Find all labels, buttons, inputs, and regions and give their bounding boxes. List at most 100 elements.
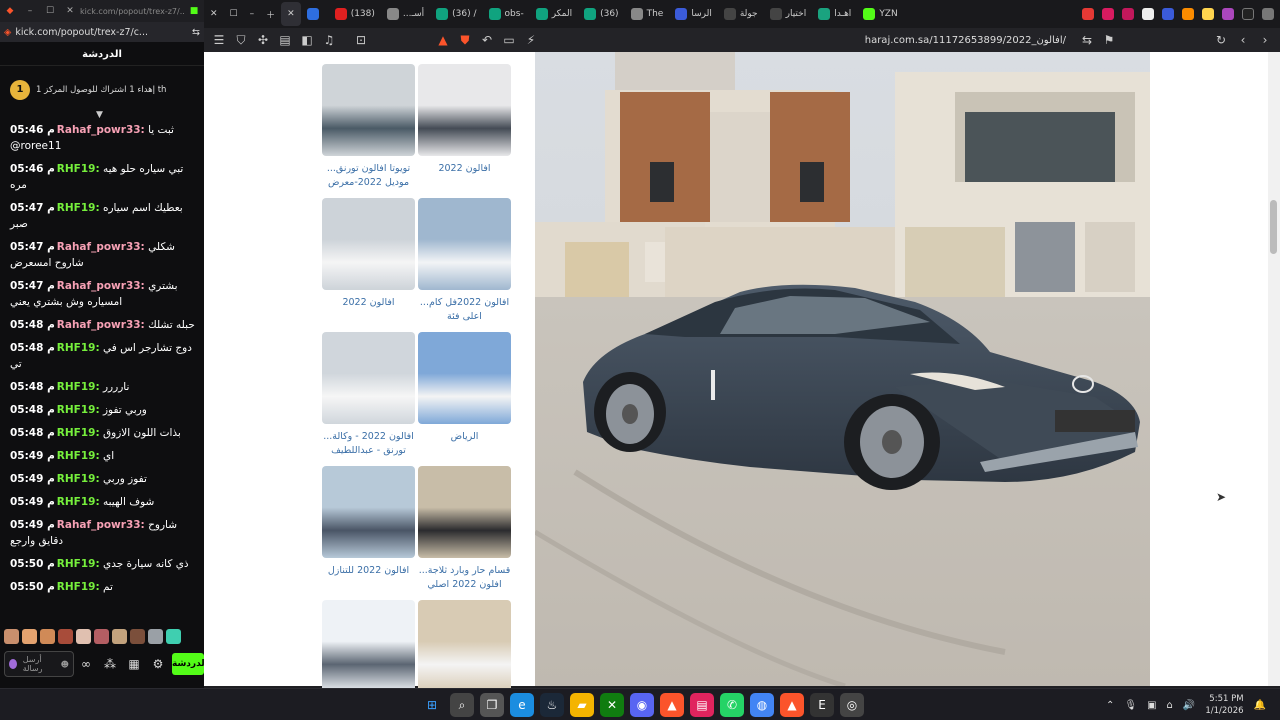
listing-thumbnail[interactable]	[418, 332, 511, 424]
back-icon[interactable]: ‹	[1232, 33, 1254, 47]
close-button[interactable]: ✕	[60, 6, 80, 16]
browser-tab[interactable]: اهـدا	[812, 2, 857, 26]
brave-icon[interactable]: ▲	[660, 693, 684, 717]
forward-icon[interactable]: ›	[1254, 33, 1276, 47]
extension-icon[interactable]	[1102, 8, 1114, 20]
emote-icon[interactable]	[166, 628, 181, 644]
listing-card[interactable]	[322, 600, 415, 698]
listing-title[interactable]: قسام حار وبارد ثلاجة... افلون 2022 اصلي	[418, 564, 511, 592]
shield-icon[interactable]: ⛉	[230, 33, 252, 48]
browser-tab[interactable]: الرسا	[669, 2, 718, 26]
chat-input[interactable]: أرسل رسالة ☻	[4, 651, 74, 677]
listing-thumbnail[interactable]	[322, 466, 415, 558]
extension-icon[interactable]	[1142, 8, 1154, 20]
chrome-icon[interactable]: ◍	[750, 693, 774, 717]
infinity-icon[interactable]: ∞	[74, 657, 98, 671]
message-username[interactable]: RHF19:	[57, 163, 100, 175]
extension-icon[interactable]	[1202, 8, 1214, 20]
network-icon[interactable]: ⌂	[1167, 700, 1173, 711]
tab-list-button[interactable]: ☐	[224, 2, 244, 26]
pip-icon[interactable]: ▭	[498, 33, 520, 47]
listing-thumbnail[interactable]	[418, 198, 511, 290]
listing-card[interactable]: افالون 2022 - وكالة... تورنق - عبداللطيف	[322, 332, 415, 458]
listing-thumbnail[interactable]	[322, 64, 415, 156]
minimize-button[interactable]: –	[20, 6, 40, 16]
message-username[interactable]: RHF19:	[57, 381, 100, 393]
pinned-message[interactable]: 1 إهداء 1 اشتراك للوصول المركز 1 th	[0, 70, 204, 110]
steam-icon[interactable]: ♨	[540, 693, 564, 717]
scrollbar-thumb[interactable]	[1270, 200, 1277, 254]
listing-title[interactable]: افالون 2022 - وكالة... تورنق - عبداللطيف	[322, 430, 415, 458]
message-username[interactable]: Rahaf_powr33:	[57, 124, 145, 136]
emote-icon[interactable]	[94, 628, 109, 644]
discord-icon[interactable]: ◉	[630, 693, 654, 717]
message-username[interactable]: RHF19:	[57, 427, 100, 439]
close-window-button[interactable]: ✕	[204, 2, 224, 26]
news-icon[interactable]: ▤	[690, 693, 714, 717]
share-icon[interactable]: ⇆	[192, 27, 200, 38]
reload-icon[interactable]: ↻	[1210, 33, 1232, 47]
back-arrow-icon[interactable]: ↶	[476, 33, 498, 47]
message-username[interactable]: RHF19:	[57, 342, 100, 354]
chat-url[interactable]: kick.com/popout/trex-z7/c...	[15, 27, 188, 38]
emote-icon[interactable]	[40, 628, 55, 644]
emote-icon[interactable]	[148, 628, 163, 644]
listing-card[interactable]: الرياض	[418, 332, 511, 444]
brave-rewards-icon[interactable]: ▲	[432, 33, 454, 47]
chevron-up-icon[interactable]: ⌃	[1106, 700, 1114, 711]
extension-icon[interactable]	[1262, 8, 1274, 20]
windows-start-icon[interactable]: ⊞	[420, 693, 444, 717]
xbox-icon[interactable]: ✕	[600, 693, 624, 717]
emote-icon[interactable]	[130, 628, 145, 644]
drops-icon[interactable]: ⁂	[98, 657, 122, 671]
obs-icon[interactable]: ◎	[840, 693, 864, 717]
listing-title[interactable]: افالون 2022	[322, 296, 415, 310]
emote-icon[interactable]	[58, 628, 73, 644]
emote-icon[interactable]	[112, 628, 127, 644]
send-chat-button[interactable]: الدردشة	[172, 653, 208, 675]
listing-card[interactable]: قسام حار وبارد ثلاجة... افلون 2022 اصلي	[418, 466, 511, 592]
monitor-icon[interactable]: ▣	[1147, 700, 1156, 711]
shield-icon[interactable]: ◈	[4, 27, 11, 38]
listing-thumbnail[interactable]	[418, 64, 511, 156]
tab-haraj-active[interactable]: ✕	[281, 2, 301, 26]
search-icon[interactable]: ⌕	[450, 693, 474, 717]
emote-icon[interactable]	[4, 628, 19, 644]
listing-card[interactable]: افالون 2022	[322, 198, 415, 310]
volume-icon[interactable]: 🔊	[1183, 700, 1195, 711]
listing-title[interactable]: تويوتا افالون تورنق... موديل 2022-معرض	[322, 162, 415, 190]
epic-icon[interactable]: E	[810, 693, 834, 717]
browser-tab[interactable]: YZN	[857, 2, 903, 26]
menu-icon[interactable]: ☰	[208, 33, 230, 47]
listing-card[interactable]	[418, 600, 511, 698]
listing-thumbnail[interactable]	[322, 332, 415, 424]
browser-tab[interactable]	[301, 2, 329, 26]
browser-tab[interactable]: obs-	[483, 2, 530, 26]
message-username[interactable]: RHF19:	[57, 496, 100, 508]
message-username[interactable]: Rahaf_powr33:	[57, 241, 145, 253]
gear-icon[interactable]: ⚙	[146, 657, 170, 671]
browser-tab[interactable]: ...أسـ	[381, 2, 430, 26]
emoji-icon[interactable]: ☻	[61, 660, 69, 669]
file-explorer-icon[interactable]: ▰	[570, 693, 594, 717]
reader-icon[interactable]: ◧	[296, 33, 318, 47]
message-username[interactable]: Rahaf_powr33:	[57, 280, 145, 292]
listing-thumbnail[interactable]	[418, 466, 511, 558]
message-username[interactable]: RHF19:	[57, 202, 100, 214]
emote-icon[interactable]	[22, 628, 37, 644]
listing-title[interactable]: افالون 2022	[418, 162, 511, 176]
browser-tab[interactable]: (138)	[329, 2, 381, 26]
listing-card[interactable]: تويوتا افالون تورنق... موديل 2022-معرض	[322, 64, 415, 190]
listing-thumbnail[interactable]	[418, 600, 511, 692]
listing-thumbnail[interactable]	[322, 198, 415, 290]
clock[interactable]: 5:51 PM 1/1/2026	[1205, 693, 1243, 717]
minimize-button[interactable]: –	[244, 2, 261, 26]
brave-shield-icon[interactable]: ⛊	[454, 33, 476, 48]
brave-active-icon[interactable]: ▲	[780, 693, 804, 717]
browser-tab[interactable]: المكر	[530, 2, 578, 26]
listing-thumbnail[interactable]	[322, 600, 415, 692]
browser-tab[interactable]: (36)	[578, 2, 624, 26]
extension-icon[interactable]	[1222, 8, 1234, 20]
browser-tab[interactable]: اختيار	[764, 2, 813, 26]
message-username[interactable]: RHF19:	[57, 450, 100, 462]
